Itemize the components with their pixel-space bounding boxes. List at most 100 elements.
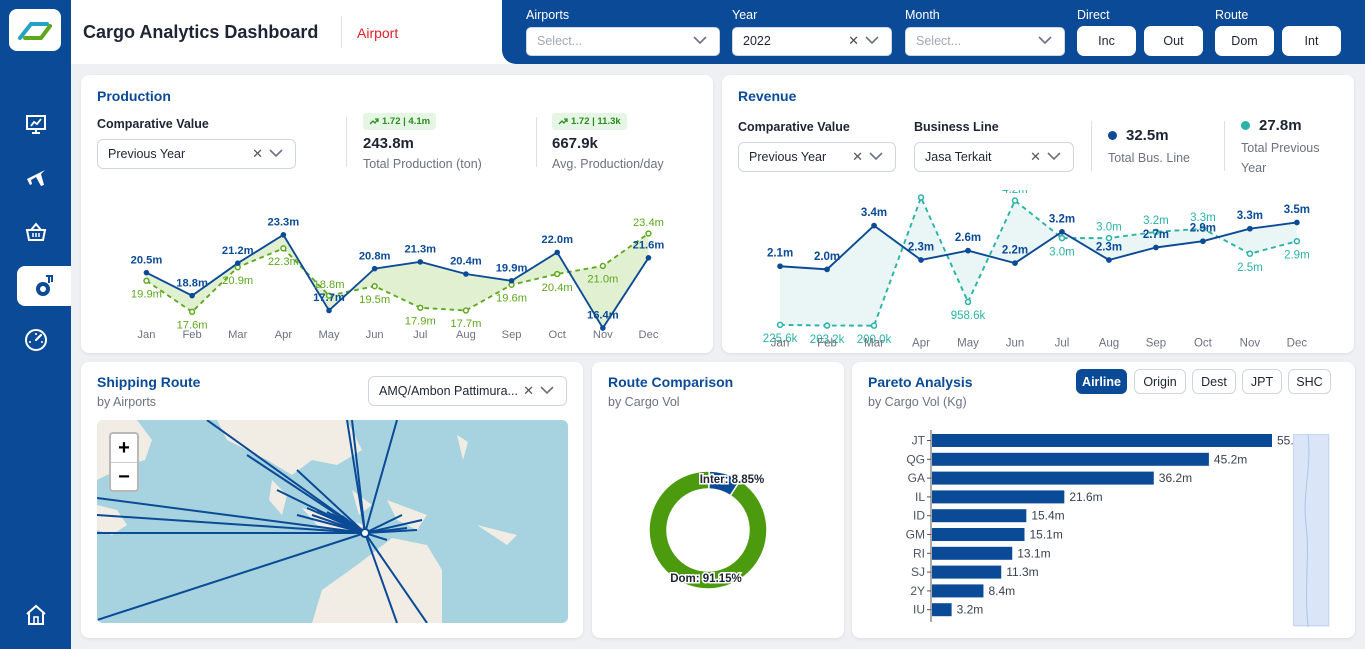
previous-point[interactable] [143, 277, 150, 284]
current-point[interactable] [1247, 225, 1253, 232]
direct-out-button[interactable]: Out [1144, 26, 1203, 56]
current-point[interactable] [417, 259, 424, 265]
sidebar-item-presentation[interactable] [0, 104, 71, 144]
current-data-label: 21.6m [633, 239, 665, 251]
clear-business-icon[interactable]: ✕ [1030, 149, 1041, 165]
previous-point[interactable] [188, 308, 196, 315]
x-tick-label: Jul [1055, 337, 1070, 349]
donut-slice-dom[interactable] [648, 470, 768, 590]
current-point[interactable] [189, 292, 195, 299]
previous-point[interactable] [964, 298, 972, 306]
previous-point[interactable] [1105, 234, 1113, 242]
app-logo[interactable] [9, 9, 61, 51]
pareto-bar[interactable] [932, 603, 952, 617]
clear-year-icon[interactable]: ✕ [848, 33, 859, 49]
sidebar-item-gauge[interactable] [0, 320, 71, 360]
current-point[interactable] [1294, 219, 1300, 226]
current-point[interactable] [1153, 244, 1159, 251]
pareto-category-label: 2Y [910, 584, 925, 598]
previous-point[interactable] [1011, 197, 1019, 204]
current-point[interactable] [326, 307, 332, 314]
tab-dest[interactable]: Dest [1192, 369, 1236, 394]
current-point[interactable] [777, 263, 783, 270]
current-point[interactable] [234, 260, 241, 267]
production-comparative-select[interactable]: Previous Year ✕ [97, 139, 296, 169]
pareto-category-label: IU [913, 603, 925, 617]
current-point[interactable] [871, 222, 877, 229]
previous-point[interactable] [823, 322, 831, 329]
year-select[interactable]: 2022 ✕ [732, 27, 892, 56]
previous-point[interactable] [1246, 250, 1254, 258]
current-point[interactable] [1012, 260, 1018, 266]
pareto-bar[interactable] [932, 490, 1065, 504]
previous-point[interactable] [776, 321, 784, 329]
pareto-bar[interactable] [932, 434, 1272, 447]
current-point[interactable] [1200, 238, 1206, 245]
filter-bar: Airports Select... Year 2022 ✕ Month Sel… [502, 0, 1365, 64]
pareto-bar[interactable] [932, 452, 1209, 466]
pareto-bar[interactable] [932, 546, 1013, 560]
sidebar-item-home[interactable] [0, 595, 71, 635]
current-point[interactable] [280, 232, 287, 238]
sidebar-item-cargo-analytics[interactable] [17, 266, 71, 306]
tab-shc[interactable]: SHC [1288, 369, 1331, 394]
direct-inc-button[interactable]: Inc [1077, 26, 1136, 56]
current-point[interactable] [1059, 228, 1065, 235]
year-value: 2022 [743, 34, 771, 48]
pareto-category-label: IL [915, 490, 925, 504]
tab-origin[interactable]: Origin [1134, 369, 1186, 394]
current-point[interactable] [824, 266, 830, 273]
current-point[interactable] [508, 277, 515, 284]
month-select[interactable]: Select... [905, 27, 1065, 56]
pareto-bar[interactable] [932, 528, 1025, 541]
clear-airport-icon[interactable]: ✕ [523, 383, 534, 399]
revenue-comparative-select[interactable]: Previous Year ✕ [738, 142, 896, 172]
current-point[interactable] [554, 249, 560, 256]
airports-select[interactable]: Select... [526, 27, 720, 56]
clear-comparative-icon[interactable]: ✕ [252, 146, 263, 162]
logo-icon [18, 22, 52, 40]
sidebar-item-flights[interactable] [0, 158, 71, 198]
presentation-icon [25, 115, 46, 134]
previous-point[interactable] [371, 283, 378, 290]
route-dom-button[interactable]: Dom [1215, 26, 1274, 56]
current-point[interactable] [371, 265, 378, 272]
x-tick-label: Dec [1287, 337, 1308, 349]
pareto-bar[interactable] [932, 584, 984, 598]
production-comparative-value: Previous Year [108, 147, 186, 161]
zoom-in-button[interactable]: + [111, 434, 137, 462]
tab-jpt[interactable]: JPT [1242, 369, 1282, 394]
previous-point[interactable] [870, 322, 878, 329]
pareto-bar[interactable] [932, 471, 1154, 485]
previous-point[interactable] [645, 230, 652, 237]
x-tick-label: Aug [1099, 337, 1119, 349]
previous-point[interactable] [917, 194, 925, 201]
pareto-scroll-slider[interactable] [1293, 434, 1330, 628]
sidebar-item-basket[interactable] [0, 212, 71, 252]
pareto-category-label: SJ [911, 565, 925, 579]
previous-point[interactable] [1293, 237, 1301, 245]
route-int-button[interactable]: Int [1282, 26, 1341, 56]
trend-up-icon [369, 118, 379, 125]
shipping-airport-select[interactable]: AMQ/Ambon Pattimura... ✕ [368, 376, 567, 406]
pareto-bar[interactable] [932, 509, 1027, 523]
current-point[interactable] [918, 257, 924, 263]
tab-airline[interactable]: Airline [1076, 369, 1127, 394]
previous-point[interactable] [417, 304, 424, 311]
current-point[interactable] [463, 271, 469, 277]
previous-point[interactable] [462, 307, 470, 314]
current-point[interactable] [965, 247, 971, 254]
pareto-bar[interactable] [932, 565, 1002, 579]
current-point[interactable] [1106, 257, 1112, 263]
kpi-divider [1091, 121, 1092, 171]
current-point[interactable] [645, 255, 652, 261]
current-point[interactable] [143, 269, 150, 276]
route-map[interactable]: + − [97, 420, 568, 623]
revenue-business-select[interactable]: Jasa Terkait ✕ [914, 142, 1074, 172]
previous-point[interactable] [599, 262, 607, 270]
previous-point[interactable] [554, 270, 561, 278]
clear-comparative-icon[interactable]: ✕ [852, 149, 863, 165]
previous-point[interactable] [280, 245, 287, 252]
previous-point[interactable] [1058, 234, 1066, 242]
zoom-out-button[interactable]: − [111, 462, 137, 490]
